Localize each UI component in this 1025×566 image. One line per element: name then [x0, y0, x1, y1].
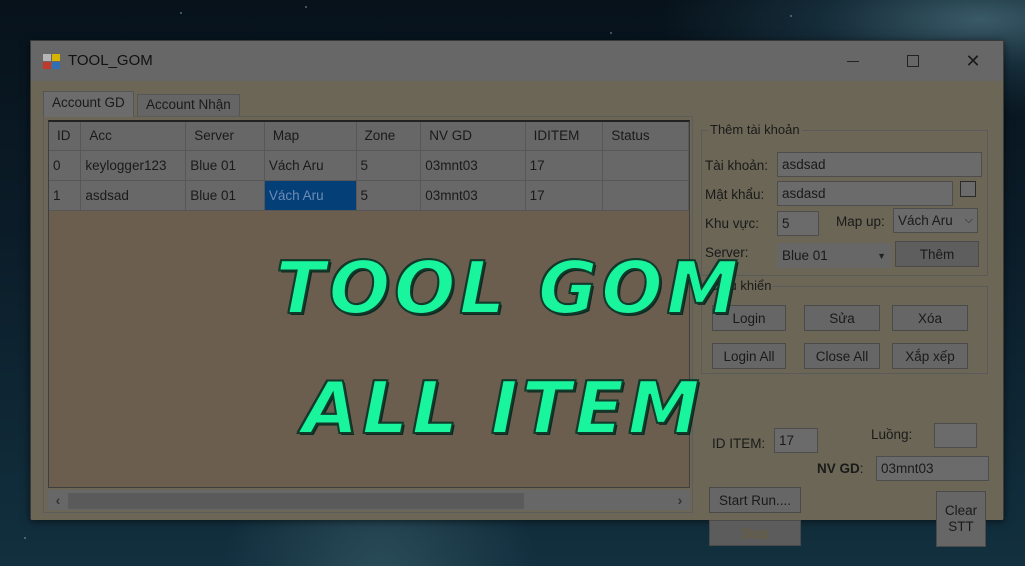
background-star: [610, 32, 612, 34]
add-account-group: Thêm tài khoản Tài khoản: asdsad Mật khẩ…: [701, 122, 988, 276]
scrollbar-thumb[interactable]: [68, 493, 524, 509]
chevron-down-icon: ⌵: [964, 214, 973, 226]
column-header-map[interactable]: Map: [264, 122, 357, 151]
threads-label: Luồng:: [871, 427, 913, 442]
nv-gd-input[interactable]: 03mnt03: [876, 456, 989, 481]
column-header-nv-gd[interactable]: NV GD: [420, 122, 526, 151]
login-all-button[interactable]: Login All: [712, 343, 786, 369]
cell-id[interactable]: 1: [49, 180, 82, 211]
map-select[interactable]: Vách Aru ⌵: [893, 208, 978, 233]
maximize-button[interactable]: [883, 41, 943, 81]
clear-status-button[interactable]: Clear STT: [936, 491, 986, 547]
account-label: Tài khoản:: [705, 158, 769, 173]
server-select[interactable]: Blue 01 ▼: [777, 243, 891, 268]
background-star: [180, 12, 182, 14]
add-account-group-title: Thêm tài khoản: [708, 122, 802, 137]
cell-status[interactable]: [602, 150, 689, 181]
controls-group: Điều khiển Login Sửa Xóa Login All Close…: [701, 278, 988, 374]
zone-label: Khu vực:: [705, 216, 760, 231]
login-button[interactable]: Login: [712, 305, 786, 331]
password-label: Mật khẩu:: [705, 187, 765, 202]
server-select-value: Blue 01: [782, 248, 828, 263]
close-all-button[interactable]: Close All: [804, 343, 880, 369]
column-header-id[interactable]: ID: [49, 122, 82, 151]
server-label: Server:: [705, 245, 749, 260]
controls-group-title: Điều khiển: [708, 278, 774, 293]
cell-server[interactable]: Blue 01: [185, 180, 265, 211]
tab-account-nhan[interactable]: Account Nhận: [137, 94, 240, 116]
stop-button: Stop: [709, 520, 801, 546]
add-account-button[interactable]: Thêm: [895, 241, 979, 267]
cell-map-selected[interactable]: Vách Aru: [264, 180, 357, 211]
minimize-button[interactable]: [823, 41, 883, 81]
id-item-input[interactable]: 17: [774, 428, 818, 453]
background-star: [24, 537, 26, 539]
cell-iditem[interactable]: 17: [525, 180, 604, 211]
arrange-button[interactable]: Xắp xếp: [892, 343, 968, 369]
horizontal-scrollbar[interactable]: ‹ ›: [48, 490, 690, 510]
app-icon: [43, 54, 61, 70]
nv-gd-label-text: NV GD: [817, 461, 860, 476]
close-button[interactable]: ✕: [943, 41, 1003, 81]
tab-panel: ID Acc Server Map Zone NV GD IDITEM Stat…: [43, 116, 693, 513]
account-input[interactable]: asdsad: [777, 152, 982, 177]
table-row[interactable]: 1 asdsad Blue 01 Vách Aru 5 03mnt03 17: [49, 180, 689, 211]
dropdown-arrow-icon: ▼: [877, 251, 886, 261]
table-header-row: ID Acc Server Map Zone NV GD IDITEM Stat…: [49, 122, 689, 151]
id-item-label: ID ITEM:: [712, 436, 766, 451]
cell-nv-gd[interactable]: 03mnt03: [420, 150, 526, 181]
column-header-zone[interactable]: Zone: [356, 122, 422, 151]
background-star: [305, 6, 307, 8]
client-area: Account GD Account Nhận ID Acc Server Ma…: [31, 81, 1003, 547]
scroll-right-icon[interactable]: ›: [671, 491, 689, 509]
threads-input[interactable]: [934, 423, 977, 448]
column-header-iditem[interactable]: IDITEM: [525, 122, 604, 151]
cell-acc[interactable]: asdsad: [80, 180, 187, 211]
start-run-button[interactable]: Start Run....: [709, 487, 801, 513]
accounts-grid[interactable]: ID Acc Server Map Zone NV GD IDITEM Stat…: [48, 120, 690, 488]
column-header-status[interactable]: Status: [602, 122, 689, 151]
background-star: [790, 15, 792, 17]
cell-zone[interactable]: 5: [356, 150, 422, 181]
accounts-table: ID Acc Server Map Zone NV GD IDITEM Stat…: [49, 122, 689, 211]
minimize-icon: [847, 60, 859, 62]
map-select-value: Vách Aru: [898, 213, 953, 228]
close-icon: ✕: [965, 50, 981, 71]
password-input[interactable]: asdasd: [777, 181, 953, 206]
cell-map[interactable]: Vách Aru: [264, 150, 357, 181]
cell-acc[interactable]: keylogger123: [80, 150, 187, 181]
nv-gd-label: NV GD:: [817, 461, 864, 476]
scroll-left-icon[interactable]: ‹: [49, 491, 67, 509]
tab-account-gd[interactable]: Account GD: [43, 91, 134, 117]
cell-server[interactable]: Blue 01: [185, 150, 265, 181]
cell-status[interactable]: [602, 180, 689, 211]
clear-status-line1: Clear: [944, 503, 978, 518]
table-row[interactable]: 0 keylogger123 Blue 01 Vách Aru 5 03mnt0…: [49, 150, 689, 181]
cell-iditem[interactable]: 17: [525, 150, 604, 181]
maximize-icon: [907, 55, 919, 67]
column-header-server[interactable]: Server: [185, 122, 265, 151]
cell-id[interactable]: 0: [49, 150, 82, 181]
window-title: TOOL_GOM: [68, 52, 153, 69]
edit-button[interactable]: Sửa: [804, 305, 880, 331]
title-bar[interactable]: TOOL_GOM ✕: [31, 41, 1003, 81]
show-password-checkbox[interactable]: [960, 181, 976, 197]
column-header-acc[interactable]: Acc: [80, 122, 187, 151]
nv-gd-colon: :: [859, 461, 864, 476]
cell-nv-gd[interactable]: 03mnt03: [420, 180, 526, 211]
clear-status-line2: STT: [948, 519, 974, 534]
delete-button[interactable]: Xóa: [892, 305, 968, 331]
map-label: Map up:: [836, 214, 885, 229]
cell-zone[interactable]: 5: [356, 180, 422, 211]
zone-input[interactable]: 5: [777, 211, 819, 236]
app-window: TOOL_GOM ✕ Account GD Account Nhận ID Ac…: [30, 40, 1004, 547]
